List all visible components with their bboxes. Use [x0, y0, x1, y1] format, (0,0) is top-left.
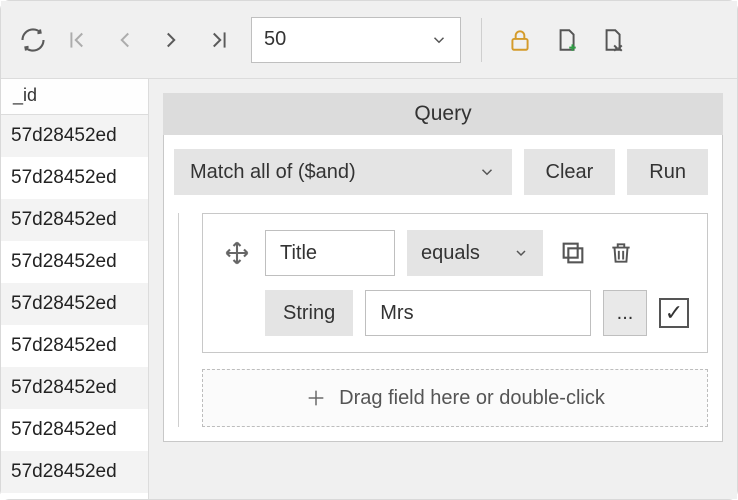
next-page-icon[interactable] — [153, 22, 189, 58]
field-name-input[interactable]: Title — [265, 230, 395, 276]
code-document-icon[interactable] — [594, 22, 630, 58]
refresh-icon[interactable] — [15, 22, 51, 58]
grid-body: 57d28452ed 57d28452ed 57d28452ed 57d2845… — [1, 115, 148, 499]
data-grid: _id 57d28452ed 57d28452ed 57d28452ed 57d… — [1, 79, 149, 499]
tree-rail — [174, 213, 194, 427]
page-size-value: 50 — [264, 28, 286, 51]
table-row[interactable]: 57d28452ed — [1, 241, 148, 283]
value-type-badge[interactable]: String — [265, 290, 353, 336]
table-row[interactable]: 57d28452ed — [1, 157, 148, 199]
query-panel: Query Match all of ($and) Clear Run — [149, 79, 737, 499]
lock-icon[interactable] — [502, 22, 538, 58]
query-rule: Title equals — [202, 213, 708, 353]
more-options-button[interactable]: ... — [603, 290, 647, 336]
clear-button[interactable]: Clear — [524, 149, 616, 195]
drop-hint-text: Drag field here or double-click — [339, 387, 605, 410]
prev-page-icon[interactable] — [107, 22, 143, 58]
table-row[interactable]: 57d28452ed — [1, 367, 148, 409]
value-input[interactable]: Mrs — [365, 290, 591, 336]
plus-icon — [305, 387, 327, 409]
last-page-icon[interactable] — [199, 22, 235, 58]
query-panel-title: Query — [163, 93, 723, 135]
table-row[interactable]: 57d28452ed — [1, 325, 148, 367]
chevron-down-icon — [430, 31, 448, 49]
table-row[interactable]: 57d28452ed — [1, 115, 148, 157]
operator-label: equals — [421, 242, 480, 265]
rule-enabled-checkbox[interactable]: ✓ — [659, 298, 689, 328]
table-row[interactable]: 57d28452ed — [1, 199, 148, 241]
toolbar: 50 — [1, 1, 737, 79]
match-mode-label: Match all of ($and) — [190, 161, 356, 184]
match-mode-select[interactable]: Match all of ($and) — [174, 149, 512, 195]
drop-field-zone[interactable]: Drag field here or double-click — [202, 369, 708, 427]
chevron-down-icon — [513, 245, 529, 261]
run-button[interactable]: Run — [627, 149, 708, 195]
add-document-icon[interactable] — [548, 22, 584, 58]
first-page-icon[interactable] — [61, 22, 97, 58]
table-row[interactable]: 57d28452ed — [1, 451, 148, 493]
duplicate-icon[interactable] — [555, 235, 591, 271]
table-row[interactable]: 57d28452ed — [1, 409, 148, 451]
move-handle-icon[interactable] — [221, 237, 253, 269]
chevron-down-icon — [478, 163, 496, 181]
delete-icon[interactable] — [603, 235, 639, 271]
column-header-id[interactable]: _id — [1, 79, 148, 115]
check-icon: ✓ — [665, 300, 683, 326]
page-size-select[interactable]: 50 — [251, 17, 461, 63]
toolbar-divider — [481, 18, 482, 62]
operator-select[interactable]: equals — [407, 230, 543, 276]
table-row[interactable]: 57d28452ed — [1, 283, 148, 325]
